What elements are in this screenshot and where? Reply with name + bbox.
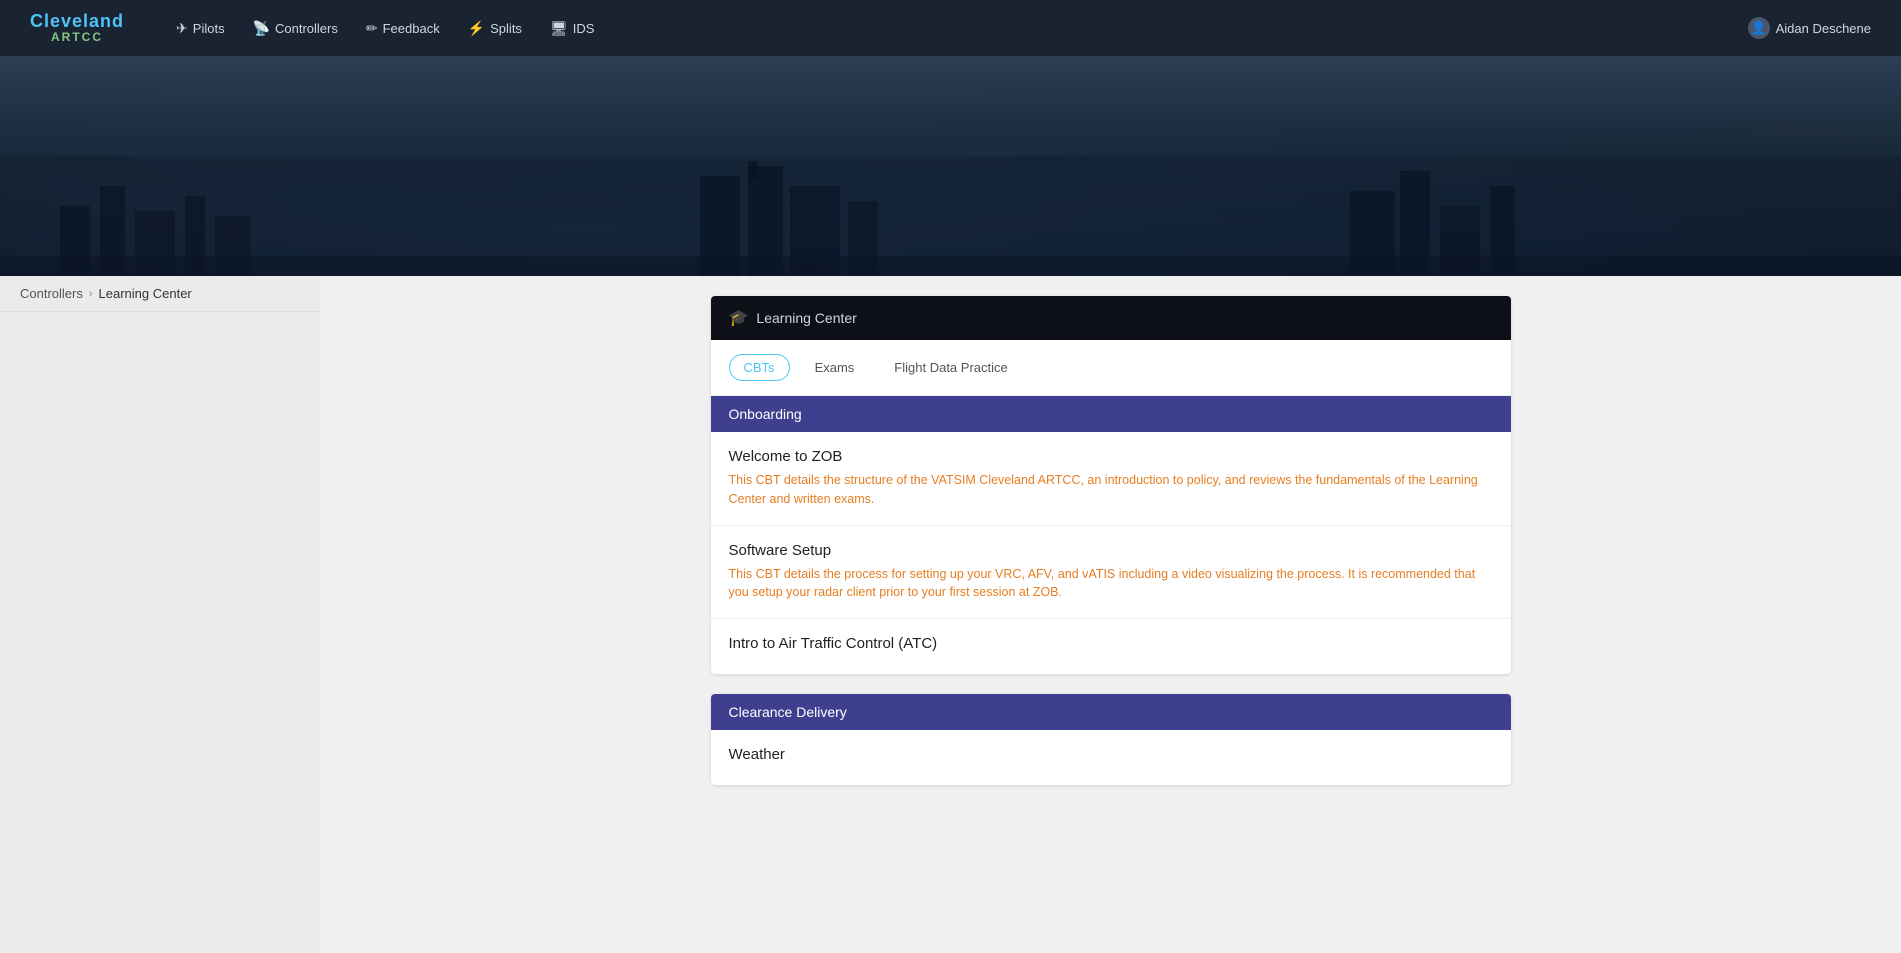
nav-controllers-label: Controllers — [275, 21, 338, 36]
user-menu[interactable]: 👤 Aidan Deschene — [1748, 17, 1871, 39]
nav-pilots[interactable]: ✈ Pilots — [164, 14, 237, 43]
user-name: Aidan Deschene — [1776, 21, 1871, 36]
learning-center-card: 🎓 Learning Center CBTs Exams Flight Data… — [711, 296, 1511, 674]
nav-feedback[interactable]: ✏ Feedback — [354, 14, 452, 43]
cbt-intro-title: Intro to Air Traffic Control (ATC) — [729, 635, 1493, 652]
cbt-intro-atc[interactable]: Intro to Air Traffic Control (ATC) — [711, 619, 1511, 674]
tab-bar: CBTs Exams Flight Data Practice — [711, 340, 1511, 396]
user-avatar-icon: 👤 — [1748, 17, 1770, 39]
navbar: Cleveland ARTCC ✈ Pilots 📡 Controllers ✏… — [0, 0, 1901, 56]
main-content: 🎓 Learning Center CBTs Exams Flight Data… — [320, 276, 1901, 953]
nav-feedback-label: Feedback — [383, 21, 440, 36]
controllers-icon: 📡 — [253, 20, 270, 37]
breadcrumb-parent[interactable]: Controllers — [20, 286, 83, 301]
tab-flight-data-practice[interactable]: Flight Data Practice — [879, 354, 1022, 381]
cbt-software-desc: This CBT details the process for setting… — [729, 565, 1493, 603]
sidebar: Controllers › Learning Center — [0, 276, 320, 953]
clearance-delivery-card: Clearance Delivery Weather — [711, 694, 1511, 785]
pilots-icon: ✈ — [176, 20, 188, 37]
nav-ids-label: IDS — [573, 21, 595, 36]
hero-banner — [0, 56, 1901, 276]
brand[interactable]: Cleveland ARTCC — [30, 12, 124, 45]
cbt-software-title: Software Setup — [729, 542, 1493, 559]
brand-subtitle: ARTCC — [30, 31, 124, 44]
breadcrumb: Controllers › Learning Center — [0, 276, 320, 312]
learning-center-icon: 🎓 — [729, 308, 749, 328]
nav-controllers[interactable]: 📡 Controllers — [241, 14, 350, 43]
cbt-weather-title: Weather — [729, 746, 1493, 763]
learning-center-title: Learning Center — [756, 310, 856, 326]
nav-splits-label: Splits — [490, 21, 522, 36]
tab-cbts[interactable]: CBTs — [729, 354, 790, 381]
nav-ids[interactable]: 🖥 IDS — [538, 14, 606, 43]
cbt-welcome-to-zob[interactable]: Welcome to ZOB This CBT details the stru… — [711, 432, 1511, 526]
cbt-welcome-desc: This CBT details the structure of the VA… — [729, 471, 1493, 509]
tab-exams[interactable]: Exams — [800, 354, 870, 381]
page-body: Controllers › Learning Center 🎓 Learning… — [0, 276, 1901, 953]
breadcrumb-separator: › — [89, 288, 93, 300]
clearance-delivery-section-header: Clearance Delivery — [711, 694, 1511, 730]
learning-center-header: 🎓 Learning Center — [711, 296, 1511, 340]
nav-pilots-label: Pilots — [193, 21, 225, 36]
nav-splits[interactable]: ⚡ Splits — [456, 14, 534, 43]
onboarding-section-header: Onboarding — [711, 396, 1511, 432]
city-silhouette — [0, 156, 1901, 276]
splits-icon: ⚡ — [468, 20, 485, 37]
ids-icon: 🖥 — [550, 20, 568, 37]
brand-name: Cleveland — [30, 12, 124, 32]
nav-items: ✈ Pilots 📡 Controllers ✏ Feedback ⚡ Spli… — [164, 14, 1748, 43]
feedback-icon: ✏ — [366, 20, 378, 37]
cbt-weather[interactable]: Weather — [711, 730, 1511, 785]
cbt-software-setup[interactable]: Software Setup This CBT details the proc… — [711, 526, 1511, 620]
cbt-welcome-title: Welcome to ZOB — [729, 448, 1493, 465]
breadcrumb-current: Learning Center — [99, 286, 192, 301]
